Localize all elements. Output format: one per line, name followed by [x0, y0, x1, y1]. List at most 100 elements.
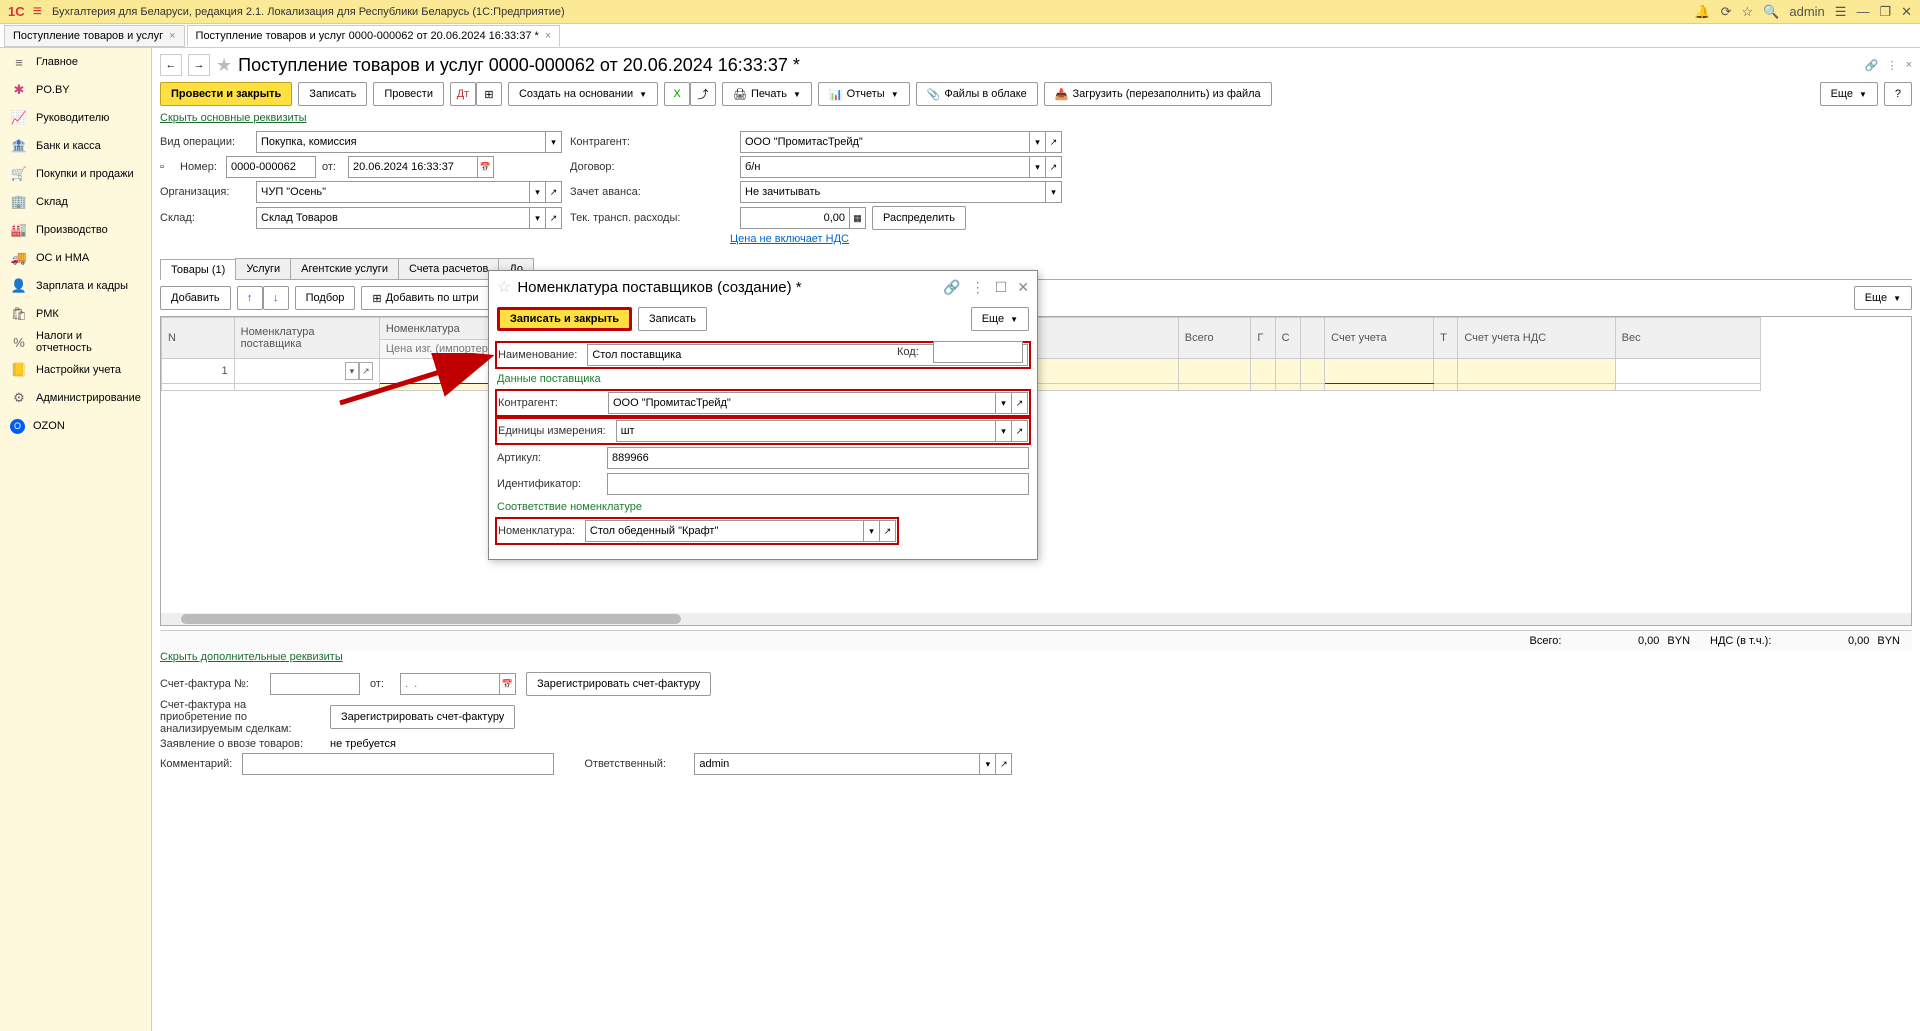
structure-icon[interactable]: ⊞ — [476, 82, 502, 106]
dialog-save-close-button[interactable]: Записать и закрыть — [497, 307, 632, 331]
register-invoice2-button[interactable]: Зарегистрировать счет-фактуру — [330, 705, 515, 729]
sidebar-item-salary[interactable]: 👤Зарплата и кадры — [0, 272, 151, 300]
forward-button[interactable]: → — [188, 54, 210, 76]
cell-account[interactable] — [1325, 359, 1434, 384]
col-total[interactable]: Всего — [1178, 318, 1251, 359]
add-barcode-button[interactable]: ⊞ Добавить по штри — [361, 286, 489, 310]
cell-supplier-nomenclature[interactable]: ▾ ↗ — [234, 359, 379, 384]
tab-close-icon[interactable]: × — [545, 30, 551, 42]
sidebar-item-production[interactable]: 🏭Производство — [0, 216, 151, 244]
cell-s[interactable] — [1275, 359, 1300, 384]
favorite-icon[interactable]: ★ — [216, 55, 232, 76]
col-s[interactable]: С — [1275, 318, 1300, 359]
dropdown-icon[interactable]: ▾ — [1030, 131, 1046, 153]
cell-weight[interactable] — [1615, 359, 1760, 384]
files-cloud-button[interactable]: 📎 Файлы в облаке — [916, 82, 1038, 106]
cell-r[interactable] — [1300, 359, 1324, 384]
create-based-button[interactable]: Создать на основании▼ — [508, 82, 658, 106]
move-down-icon[interactable]: ↓ — [263, 286, 289, 310]
cell-t[interactable] — [1434, 359, 1458, 384]
sidebar-item-manager[interactable]: 📈Руководителю — [0, 104, 151, 132]
transport-input[interactable] — [745, 212, 845, 224]
invoice-number-input[interactable] — [275, 678, 355, 690]
load-from-file-button[interactable]: 📥 Загрузить (перезаполнить) из файла — [1044, 82, 1272, 106]
col-supplier-nomenclature[interactable]: Номенклатура поставщика — [234, 318, 379, 359]
open-icon[interactable]: ↗ — [996, 753, 1012, 775]
more-button[interactable]: Еще▼ — [1820, 82, 1878, 106]
dialog-code-input[interactable] — [938, 346, 1018, 358]
export-icon[interactable]: ⤴ — [690, 82, 716, 106]
advance-input[interactable] — [745, 186, 1041, 198]
tab-receipts-list[interactable]: Поступление товаров и услуг × — [4, 25, 185, 47]
col-weight[interactable]: Вес — [1615, 318, 1760, 359]
dialog-id-input[interactable] — [612, 478, 1024, 490]
dialog-counterparty-input[interactable] — [613, 397, 991, 409]
sidebar-item-bank[interactable]: 🏦Банк и касса — [0, 132, 151, 160]
subtab-services[interactable]: Услуги — [235, 258, 291, 279]
write-button[interactable]: Записать — [298, 82, 367, 106]
invoice-date-input[interactable] — [405, 678, 495, 690]
dialog-write-button[interactable]: Записать — [638, 307, 707, 331]
dropdown-icon[interactable]: ▾ — [345, 362, 359, 380]
distribute-button[interactable]: Распределить — [872, 206, 966, 230]
warehouse-input[interactable] — [261, 212, 525, 224]
post-button[interactable]: Провести — [373, 82, 444, 106]
help-button[interactable]: ? — [1884, 82, 1912, 106]
cell-g[interactable] — [1251, 359, 1275, 384]
dropdown-icon[interactable]: ▾ — [1046, 181, 1062, 203]
dialog-more-button[interactable]: Еще▼ — [971, 307, 1029, 331]
open-icon[interactable]: ↗ — [1012, 392, 1028, 414]
col-g[interactable]: Г — [1251, 318, 1275, 359]
comment-input[interactable] — [247, 758, 549, 770]
add-row-button[interactable]: Добавить — [160, 286, 231, 310]
dialog-kebab-icon[interactable]: ⋮ — [971, 279, 985, 296]
link-icon[interactable]: 🔗 — [1865, 59, 1879, 72]
sidebar-item-assets[interactable]: 🚚ОС и НМА — [0, 244, 151, 272]
sidebar-item-poby[interactable]: ✱PO.BY — [0, 76, 151, 104]
col-n[interactable]: N — [162, 318, 235, 359]
open-icon[interactable]: ↗ — [359, 362, 373, 380]
subtab-goods[interactable]: Товары (1) — [160, 259, 236, 280]
bell-icon[interactable]: 🔔 — [1694, 4, 1710, 20]
sidebar-item-taxes[interactable]: %Налоги и отчетность — [0, 328, 151, 356]
sidebar-item-sales[interactable]: 🛒Покупки и продажи — [0, 160, 151, 188]
settings-icon[interactable]: ☰ — [1835, 4, 1847, 20]
sidebar-item-main[interactable]: ≡Главное — [0, 48, 151, 76]
close-page-icon[interactable]: × — [1906, 59, 1912, 72]
dropdown-icon[interactable]: ▾ — [996, 420, 1012, 442]
history-icon[interactable]: ⟳ — [1721, 4, 1732, 20]
dialog-article-input[interactable] — [612, 452, 1024, 464]
sidebar-item-warehouse[interactable]: 🏢Склад — [0, 188, 151, 216]
sidebar-item-settings[interactable]: 📒Настройки учета — [0, 356, 151, 384]
cell-total[interactable] — [1178, 359, 1251, 384]
open-icon[interactable]: ↗ — [1012, 420, 1028, 442]
dropdown-icon[interactable]: ▾ — [864, 520, 880, 542]
dialog-close-icon[interactable]: ✕ — [1017, 279, 1029, 296]
tab-receipt-document[interactable]: Поступление товаров и услуг 0000-000062 … — [187, 25, 561, 47]
dialog-link-icon[interactable]: 🔗 — [943, 279, 960, 296]
dialog-nomenclature-input[interactable] — [590, 525, 859, 537]
sidebar-item-ozon[interactable]: OOZON — [0, 412, 151, 440]
open-icon[interactable]: ↗ — [880, 520, 896, 542]
minimize-icon[interactable]: — — [1856, 4, 1869, 19]
subtab-agent[interactable]: Агентские услуги — [290, 258, 399, 279]
close-app-icon[interactable]: ✕ — [1901, 4, 1912, 20]
reports-button[interactable]: 📊 Отчеты▼ — [818, 82, 910, 106]
cell-vat-account[interactable] — [1458, 359, 1615, 384]
cell-n[interactable]: 1 — [162, 359, 235, 384]
date-input[interactable] — [353, 161, 473, 173]
col-vat-account[interactable]: Счет учета НДС — [1458, 318, 1615, 359]
search-icon[interactable]: 🔍 — [1763, 4, 1779, 20]
dropdown-icon[interactable]: ▾ — [980, 753, 996, 775]
dialog-maximize-icon[interactable]: ☐ — [995, 279, 1008, 296]
dropdown-icon[interactable]: ▾ — [996, 392, 1012, 414]
hamburger-icon[interactable]: ≡ — [33, 3, 42, 21]
open-icon[interactable]: ↗ — [1046, 156, 1062, 178]
horizontal-scrollbar[interactable] — [161, 613, 1911, 625]
table-more-button[interactable]: Еще▼ — [1854, 286, 1912, 310]
dropdown-icon[interactable]: ▾ — [530, 181, 546, 203]
user-label[interactable]: admin — [1789, 4, 1824, 19]
pick-button[interactable]: Подбор — [295, 286, 356, 310]
dropdown-icon[interactable]: ▾ — [530, 207, 546, 229]
star-icon[interactable]: ☆ — [1742, 4, 1754, 20]
